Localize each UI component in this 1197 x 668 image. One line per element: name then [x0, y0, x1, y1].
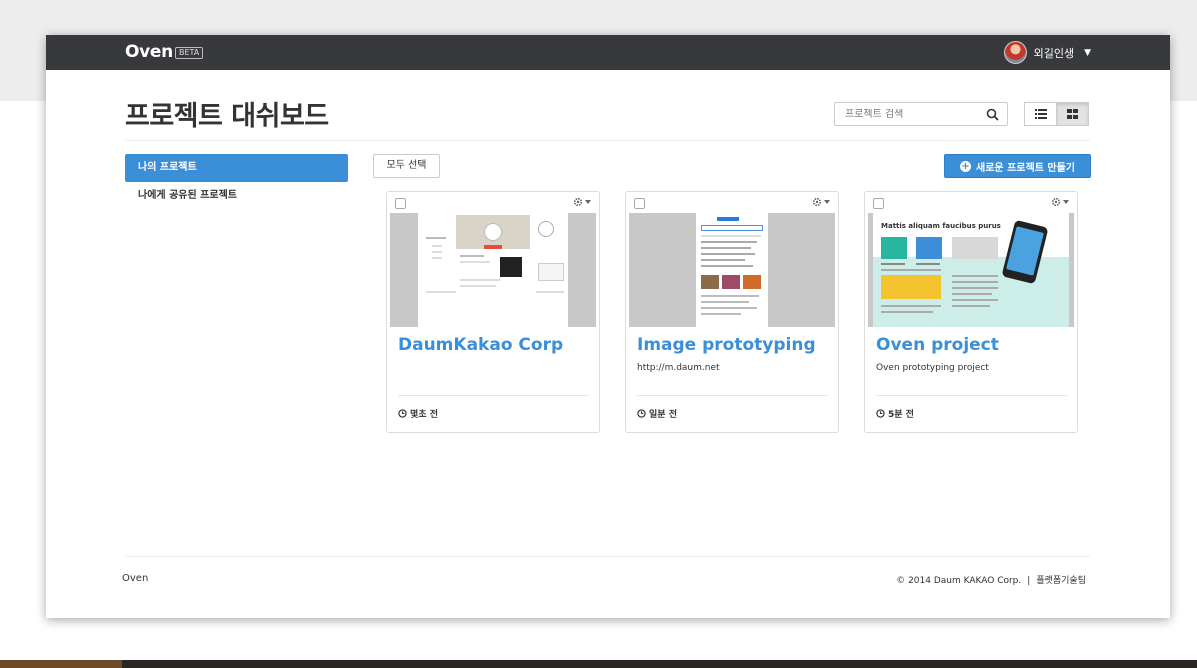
project-updated-time: 몇초 전 — [398, 407, 438, 420]
footer-brand: Oven — [122, 573, 149, 584]
user-menu[interactable]: 외길인생 ▼ — [1003, 41, 1091, 64]
clock-icon — [398, 409, 407, 418]
list-view-button[interactable] — [1024, 102, 1057, 126]
plus-circle-icon: + — [960, 160, 972, 172]
project-subtitle: Oven prototyping project — [876, 363, 989, 373]
project-card[interactable]: DaumKakao Corp 몇초 전 — [386, 191, 600, 433]
search-icon[interactable] — [986, 108, 999, 121]
project-subtitle: http://m.daum.net — [637, 363, 720, 373]
project-title[interactable]: Image prototyping — [637, 335, 816, 355]
project-thumbnail — [629, 213, 835, 327]
beta-badge: BETA — [175, 47, 204, 59]
card-divider — [876, 395, 1067, 396]
project-checkbox[interactable] — [873, 198, 884, 209]
header-divider — [125, 140, 1090, 141]
view-toggle — [1024, 102, 1089, 126]
project-card[interactable]: Image prototyping http://m.daum.net 일분 전 — [625, 191, 839, 433]
card-divider — [637, 395, 828, 396]
desktop-background-bottom — [0, 660, 1197, 668]
list-icon — [1034, 109, 1047, 119]
project-checkbox[interactable] — [395, 198, 406, 209]
sidebar-item-shared-projects[interactable]: 나에게 공유된 프로젝트 — [125, 182, 348, 210]
project-settings-menu[interactable] — [812, 197, 830, 207]
time-label: 몇초 전 — [410, 410, 438, 420]
chevron-down-icon — [1063, 200, 1069, 204]
footer-team-link[interactable]: 플랫폼기술팀 — [1036, 576, 1086, 586]
page-title: 프로젝트 대쉬보드 — [125, 101, 329, 132]
clock-icon — [876, 409, 885, 418]
footer-copyright: © 2014 Daum KAKAO Corp. | 플랫폼기술팀 — [896, 573, 1086, 586]
browser-window: Oven BETA 외길인생 ▼ 프로젝트 대쉬보드 프로젝트 검색 나의 프로… — [46, 35, 1170, 618]
footer-separator: | — [1027, 576, 1031, 586]
project-title[interactable]: Oven project — [876, 335, 999, 355]
avatar — [1003, 41, 1027, 64]
footer-divider — [125, 556, 1090, 557]
brand-logo[interactable]: Oven — [125, 42, 173, 62]
project-updated-time: 5분 전 — [876, 407, 914, 420]
time-label: 5분 전 — [888, 410, 914, 420]
grid-view-button[interactable] — [1056, 102, 1089, 126]
grid-icon — [1067, 109, 1078, 119]
gear-icon — [812, 197, 822, 207]
card-divider — [398, 395, 589, 396]
project-title[interactable]: DaumKakao Corp — [398, 335, 563, 355]
username: 외길인생 — [1033, 46, 1075, 60]
project-thumbnail — [390, 213, 596, 327]
desktop-background-accent — [0, 660, 122, 668]
project-settings-menu[interactable] — [1051, 197, 1069, 207]
chevron-down-icon — [824, 200, 830, 204]
search-box — [834, 102, 1008, 126]
sidebar-item-my-projects[interactable]: 나의 프로젝트 — [125, 154, 348, 182]
clock-icon — [637, 409, 646, 418]
chevron-down-icon — [585, 200, 591, 204]
select-all-button[interactable]: 모두 선택 — [373, 154, 440, 178]
new-project-button[interactable]: + 새로운 프로젝트 만들기 — [944, 154, 1091, 178]
sidebar: 나의 프로젝트 나에게 공유된 프로젝트 — [125, 154, 348, 210]
project-thumbnail: Mattis aliquam faucibus purus — [868, 213, 1074, 327]
thumbnail-heading: Mattis aliquam faucibus purus — [881, 222, 1001, 230]
time-label: 일분 전 — [649, 410, 677, 420]
new-project-label: 새로운 프로젝트 만들기 — [976, 162, 1075, 174]
caret-down-icon: ▼ — [1084, 47, 1091, 58]
search-input[interactable] — [835, 108, 980, 120]
gear-icon — [1051, 197, 1061, 207]
gear-icon — [573, 197, 583, 207]
copyright-text: © 2014 Daum KAKAO Corp. — [896, 576, 1022, 586]
project-checkbox[interactable] — [634, 198, 645, 209]
project-settings-menu[interactable] — [573, 197, 591, 207]
top-navbar: Oven BETA 외길인생 ▼ — [46, 35, 1170, 70]
project-card[interactable]: Mattis aliquam faucibus purus Oven proje… — [864, 191, 1078, 433]
project-updated-time: 일분 전 — [637, 407, 677, 420]
